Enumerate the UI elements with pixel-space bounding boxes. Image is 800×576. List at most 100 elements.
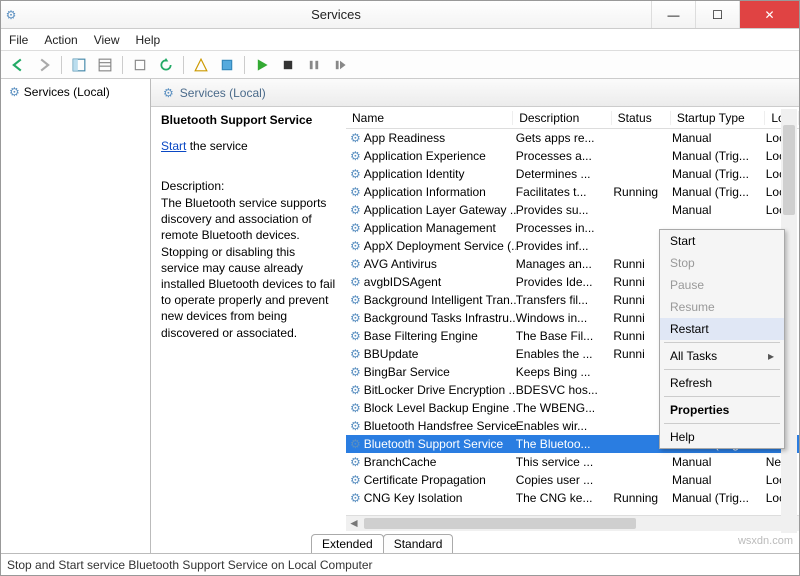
restart-service-button[interactable] [329, 54, 351, 76]
horizontal-scrollbar[interactable]: ◄► [346, 515, 799, 531]
cell-name: BingBar Service [364, 365, 450, 379]
show-hide-tree-button[interactable] [68, 54, 90, 76]
cell-name: BBUpdate [364, 347, 419, 361]
ctx-restart[interactable]: Restart [660, 318, 784, 340]
menu-help[interactable]: Help [136, 33, 161, 47]
ctx-resume[interactable]: Resume [660, 296, 784, 318]
gear-icon: ⚙ [350, 347, 361, 361]
cell-stype: Manual (Trig... [672, 167, 766, 181]
back-button[interactable] [7, 54, 29, 76]
export-button[interactable] [129, 54, 151, 76]
cell-stype: Manual [672, 203, 766, 217]
cell-name: BitLocker Drive Encryption ... [364, 383, 516, 397]
maximize-button[interactable]: ☐ [695, 1, 739, 28]
cell-name: AVG Antivirus [364, 257, 437, 271]
watermark: wsxdn.com [738, 535, 793, 547]
refresh-button[interactable] [155, 54, 177, 76]
window-title: Services [21, 7, 651, 22]
tab-standard[interactable]: Standard [383, 534, 454, 553]
gear-icon: ⚙ [350, 149, 361, 163]
cell-desc: Copies user ... [516, 473, 614, 487]
pane-title: Services (Local) [180, 86, 266, 100]
menu-file[interactable]: File [9, 33, 28, 47]
menu-view[interactable]: View [94, 33, 120, 47]
ctx-properties[interactable]: Properties [660, 399, 784, 421]
cell-desc: Facilitates t... [516, 185, 614, 199]
ctx-stop[interactable]: Stop [660, 252, 784, 274]
cell-desc: The WBENG... [516, 401, 614, 415]
cell-name: Application Information [364, 185, 486, 199]
properties-button[interactable] [190, 54, 212, 76]
pane-header: ⚙ Services (Local) [151, 79, 799, 107]
cell-stype: Manual [672, 473, 766, 487]
gear-icon: ⚙ [350, 455, 361, 469]
cell-desc: Gets apps re... [516, 131, 614, 145]
gear-icon: ⚙ [350, 257, 361, 271]
col-status[interactable]: Status [612, 111, 671, 125]
gear-icon: ⚙ [350, 311, 361, 325]
start-suffix: the service [190, 139, 248, 153]
col-startup-type[interactable]: Startup Type [671, 111, 766, 125]
close-button[interactable]: ✕ [739, 1, 799, 28]
gear-icon: ⚙ [350, 293, 361, 307]
gear-icon: ⚙ [163, 86, 174, 100]
forward-button[interactable] [33, 54, 55, 76]
gear-icon: ⚙ [350, 239, 361, 253]
cell-name: Application Management [364, 221, 496, 235]
table-row[interactable]: ⚙BranchCacheThis service ...ManualNet [346, 453, 799, 471]
cell-name: Application Identity [364, 167, 465, 181]
tree-root-item[interactable]: ⚙ Services (Local) [5, 83, 146, 101]
table-row[interactable]: ⚙Application IdentityDetermines ...Manua… [346, 165, 799, 183]
cell-name: BranchCache [364, 455, 437, 469]
gear-icon: ⚙ [9, 85, 20, 99]
col-description[interactable]: Description [513, 111, 611, 125]
cell-name: AppX Deployment Service (... [364, 239, 516, 253]
gear-icon: ⚙ [350, 329, 361, 343]
cell-desc: Provides Ide... [516, 275, 614, 289]
tab-extended[interactable]: Extended [311, 534, 384, 553]
cell-desc: This service ... [516, 455, 614, 469]
cell-desc: Enables wir... [516, 419, 614, 433]
cell-desc: Provides su... [516, 203, 614, 217]
ctx-start[interactable]: Start [660, 230, 784, 252]
ctx-help[interactable]: Help [660, 426, 784, 448]
start-service-button[interactable] [251, 54, 273, 76]
ctx-pause[interactable]: Pause [660, 274, 784, 296]
gear-icon: ⚙ [350, 401, 361, 415]
table-row[interactable]: ⚙App ReadinessGets apps re...ManualLoc [346, 129, 799, 147]
table-row[interactable]: ⚙Application InformationFacilitates t...… [346, 183, 799, 201]
gear-icon: ⚙ [350, 491, 361, 505]
cell-desc: Provides inf... [516, 239, 614, 253]
status-text: Stop and Start service Bluetooth Support… [7, 558, 373, 572]
tree-pane: ⚙ Services (Local) [1, 79, 151, 553]
stop-service-button[interactable] [277, 54, 299, 76]
menu-action[interactable]: Action [44, 33, 77, 47]
table-row[interactable]: ⚙CNG Key IsolationThe CNG ke...RunningMa… [346, 489, 799, 507]
description-label: Description: [161, 179, 336, 193]
cell-stype: Manual (Trig... [672, 491, 766, 505]
list-button[interactable] [94, 54, 116, 76]
table-row[interactable]: ⚙Certificate PropagationCopies user ...M… [346, 471, 799, 489]
gear-icon: ⚙ [350, 221, 361, 235]
cell-desc: Transfers fil... [516, 293, 614, 307]
cell-desc: Processes a... [516, 149, 614, 163]
cell-desc: Processes in... [516, 221, 614, 235]
pause-service-button[interactable] [303, 54, 325, 76]
table-row[interactable]: ⚙Application ExperienceProcesses a...Man… [346, 147, 799, 165]
cell-desc: Windows in... [516, 311, 614, 325]
cell-stype: Manual [672, 455, 766, 469]
col-name[interactable]: Name [346, 111, 513, 125]
gear-icon: ⚙ [350, 437, 361, 451]
cell-name: Block Level Backup Engine ... [364, 401, 516, 415]
cell-name: Bluetooth Support Service [364, 437, 503, 451]
cell-desc: The Base Fil... [516, 329, 614, 343]
table-row[interactable]: ⚙Application Layer Gateway ...Provides s… [346, 201, 799, 219]
minimize-button[interactable]: — [651, 1, 695, 28]
gear-icon: ⚙ [350, 275, 361, 289]
selected-service-name: Bluetooth Support Service [161, 113, 336, 127]
start-link[interactable]: Start [161, 139, 186, 153]
help-button[interactable] [216, 54, 238, 76]
detail-pane: Bluetooth Support Service Start the serv… [151, 107, 346, 531]
ctx-refresh[interactable]: Refresh [660, 372, 784, 394]
ctx-all-tasks[interactable]: All Tasks▸ [660, 345, 784, 367]
